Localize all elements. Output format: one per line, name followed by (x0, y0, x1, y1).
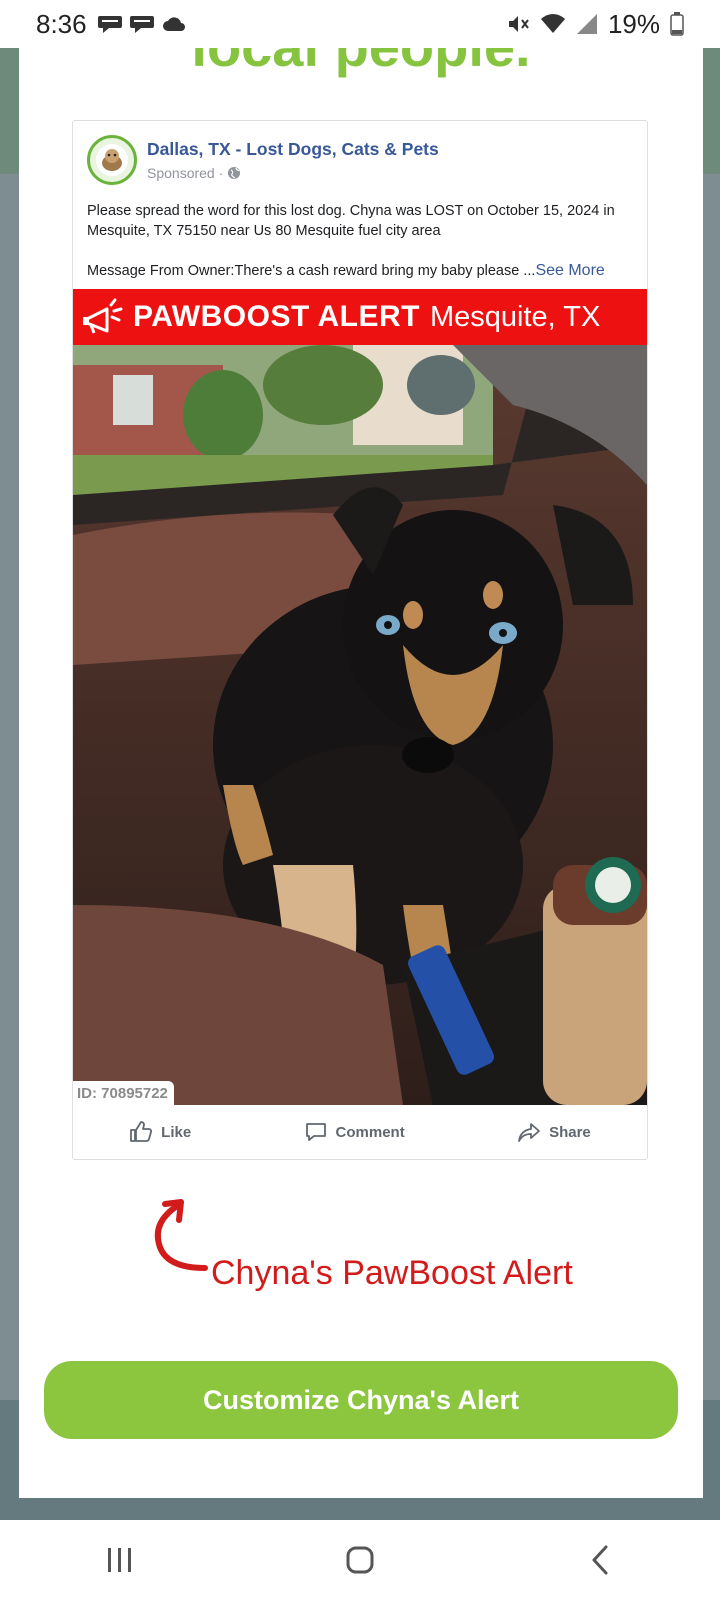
page-avatar[interactable] (87, 135, 137, 185)
like-label: Like (161, 1123, 192, 1141)
battery-icon (670, 12, 684, 36)
facebook-post-preview: Dallas, TX - Lost Dogs, Cats & Pets Spon… (72, 120, 648, 1160)
back-button[interactable] (560, 1530, 640, 1590)
see-more-link[interactable]: See More (535, 262, 604, 279)
status-right: 19% (506, 9, 684, 40)
alert-title: PAWBOOST ALERT (133, 300, 420, 333)
wifi-icon (540, 14, 565, 33)
signal-icon (576, 14, 597, 34)
modal-heading: local people. (191, 44, 531, 78)
status-time: 8:36 (36, 8, 87, 39)
page-name-link[interactable]: Dallas, TX - Lost Dogs, Cats & Pets (147, 139, 439, 160)
home-button[interactable] (320, 1530, 400, 1590)
chat-bubble-icon (129, 16, 154, 33)
pawboost-alert-banner: PAWBOOST ALERT Mesquite, TX (73, 289, 647, 345)
mute-icon (508, 16, 529, 32)
back-icon (592, 1545, 608, 1575)
post-text-line: Please spread the word for this lost dog… (87, 203, 615, 239)
comment-button[interactable]: Comment (304, 1120, 405, 1144)
system-nav-bar (0, 1520, 720, 1600)
customize-alert-button[interactable]: Customize Chyna's Alert (44, 1361, 678, 1439)
recent-apps-icon (108, 1548, 131, 1572)
photo-id-label: ID: 70895722 (73, 1081, 174, 1105)
caption-text: Chyna's PawBoost Alert (211, 1254, 573, 1292)
alert-modal: local people. Dallas, TX - Lost Dogs, Ca… (19, 44, 703, 1498)
alert-location: Mesquite, TX (430, 300, 601, 333)
cloud-icon (162, 17, 185, 31)
alert-caption: Chyna's PawBoost Alert (147, 1194, 667, 1304)
chat-bubble-icon (97, 16, 122, 33)
status-bar: 8:36 19% (0, 0, 720, 48)
battery-percent: 19% (607, 8, 660, 39)
post-body: Please spread the word for this lost dog… (87, 201, 633, 281)
comment-label: Comment (335, 1123, 405, 1141)
pet-logo-icon (96, 144, 128, 176)
dog-photo-illustration (73, 345, 647, 1105)
owner-message: Message From Owner:There's a cash reward… (87, 263, 536, 279)
curved-arrow-icon (154, 1199, 208, 1271)
sponsored-row: Sponsored · (147, 165, 439, 181)
share-button[interactable]: Share (517, 1120, 591, 1144)
megaphone-icon (83, 298, 123, 334)
share-icon (518, 1123, 540, 1142)
home-icon (346, 1546, 374, 1574)
comment-icon (305, 1123, 326, 1141)
post-header: Dallas, TX - Lost Dogs, Cats & Pets Spon… (87, 135, 439, 185)
post-text-line: Message From Owner:There's a cash reward… (87, 261, 633, 281)
status-left: 8:36 (36, 9, 187, 40)
post-actions: Like Comment Share (73, 1105, 647, 1159)
share-label: Share (549, 1123, 591, 1141)
notification-icons (97, 14, 187, 34)
thumbs-up-icon (130, 1121, 153, 1142)
globe-icon (228, 167, 241, 179)
page-info: Dallas, TX - Lost Dogs, Cats & Pets Spon… (147, 139, 439, 181)
recent-apps-button[interactable] (80, 1530, 160, 1590)
sponsored-label: Sponsored · (147, 165, 224, 181)
lost-dog-photo[interactable]: ID: 70895722 (73, 345, 647, 1105)
like-button[interactable]: Like (129, 1120, 191, 1144)
